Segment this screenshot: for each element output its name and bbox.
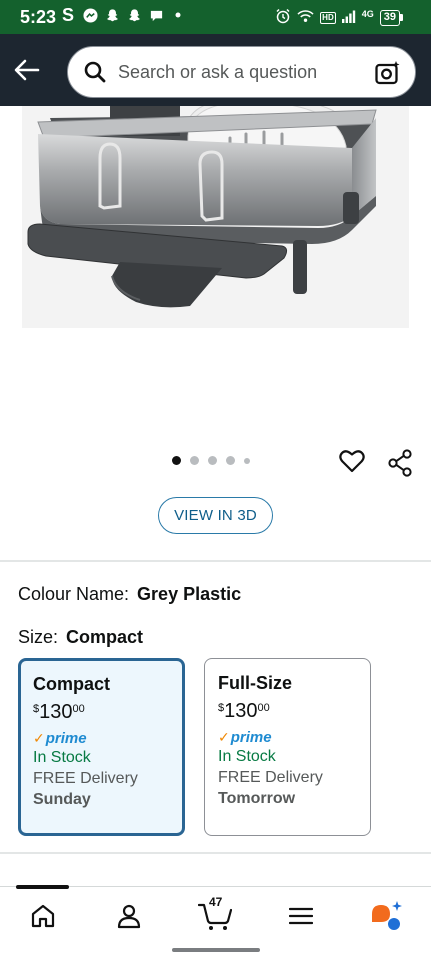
battery-level: 39 xyxy=(379,9,400,26)
chat-bubble-icon xyxy=(148,7,164,23)
alarm-icon xyxy=(275,8,291,27)
notification-icons: S xyxy=(60,4,186,25)
menu-icon xyxy=(289,907,313,925)
colour-label: Colour Name: xyxy=(18,584,130,604)
section-divider xyxy=(0,560,431,562)
size-value: Compact xyxy=(66,627,144,647)
snapchat-icon xyxy=(126,7,142,23)
system-home-indicator[interactable] xyxy=(172,948,260,952)
status-bar: 5:23 S HD 4G 39 xyxy=(0,0,431,34)
view-in-3d-button[interactable]: VIEW IN 3D xyxy=(158,497,273,534)
size-row: Size: Compact xyxy=(18,627,143,648)
carousel-dot[interactable] xyxy=(244,457,250,464)
size-label: Size: xyxy=(18,627,59,647)
carousel-dot[interactable] xyxy=(208,456,217,465)
wishlist-heart-icon[interactable] xyxy=(339,449,365,475)
prime-check-icon: ✓ xyxy=(33,730,45,746)
cart-count-badge: 47 xyxy=(209,895,223,909)
carousel-dot[interactable] xyxy=(226,456,235,465)
hd-icon: HD xyxy=(320,11,336,24)
nav-home[interactable] xyxy=(26,899,60,933)
search-bar[interactable] xyxy=(67,46,416,98)
share-icon[interactable] xyxy=(387,449,413,477)
carousel-dot[interactable] xyxy=(172,456,181,465)
stock-status: In Stock xyxy=(218,748,276,765)
carousel-dot[interactable] xyxy=(190,456,199,465)
rufus-icon xyxy=(372,901,402,930)
delivery-day: Sunday xyxy=(33,791,91,808)
battery-icon: 39 xyxy=(379,9,403,26)
search-header xyxy=(0,34,431,106)
back-arrow-icon xyxy=(14,59,40,81)
product-image[interactable] xyxy=(0,106,431,436)
delivery-day: Tomorrow xyxy=(218,790,296,807)
colour-name-row: Colour Name: Grey Plastic xyxy=(18,584,241,605)
messenger-icon xyxy=(82,7,98,23)
system-icons: HD 4G 39 xyxy=(275,8,403,27)
prime-badge: ✓ prime xyxy=(218,729,272,746)
active-tab-indicator xyxy=(16,885,69,889)
colour-value: Grey Plastic xyxy=(137,584,242,604)
option-price: $13000 xyxy=(33,701,85,723)
s-app-icon: S xyxy=(61,4,74,25)
delivery-text: FREE Delivery xyxy=(218,769,323,786)
prime-badge: ✓ prime xyxy=(33,730,87,747)
camera-search-icon[interactable] xyxy=(375,60,401,86)
search-input[interactable] xyxy=(118,61,348,83)
search-icon xyxy=(84,61,106,83)
back-button[interactable] xyxy=(10,54,44,86)
nav-menu[interactable] xyxy=(284,899,318,933)
nav-rufus[interactable] xyxy=(370,899,404,933)
status-time: 5:23 xyxy=(20,7,57,27)
delivery-text: FREE Delivery xyxy=(33,770,138,787)
home-icon xyxy=(31,904,55,928)
dot-icon xyxy=(170,7,186,23)
prime-check-icon: ✓ xyxy=(218,729,230,745)
stock-status: In Stock xyxy=(33,749,91,766)
snapchat-icon xyxy=(104,7,120,23)
image-carousel-dots[interactable] xyxy=(172,456,250,465)
section-divider xyxy=(0,852,431,854)
dish-rack-illustration xyxy=(27,106,377,308)
lte-icon: 4G xyxy=(361,8,374,19)
account-icon xyxy=(117,904,141,929)
nav-account[interactable] xyxy=(112,899,146,933)
wifi-icon xyxy=(297,9,314,26)
size-option-compact[interactable]: Compact $13000 ✓ prime In Stock FREE Deli… xyxy=(18,658,185,836)
option-name: Compact xyxy=(33,674,111,694)
signal-icon xyxy=(341,10,356,26)
size-option-full-size[interactable]: Full-Size $13000 ✓ prime In Stock FREE De… xyxy=(204,658,371,836)
option-price: $13000 xyxy=(218,700,270,722)
option-name: Full-Size xyxy=(218,673,293,693)
